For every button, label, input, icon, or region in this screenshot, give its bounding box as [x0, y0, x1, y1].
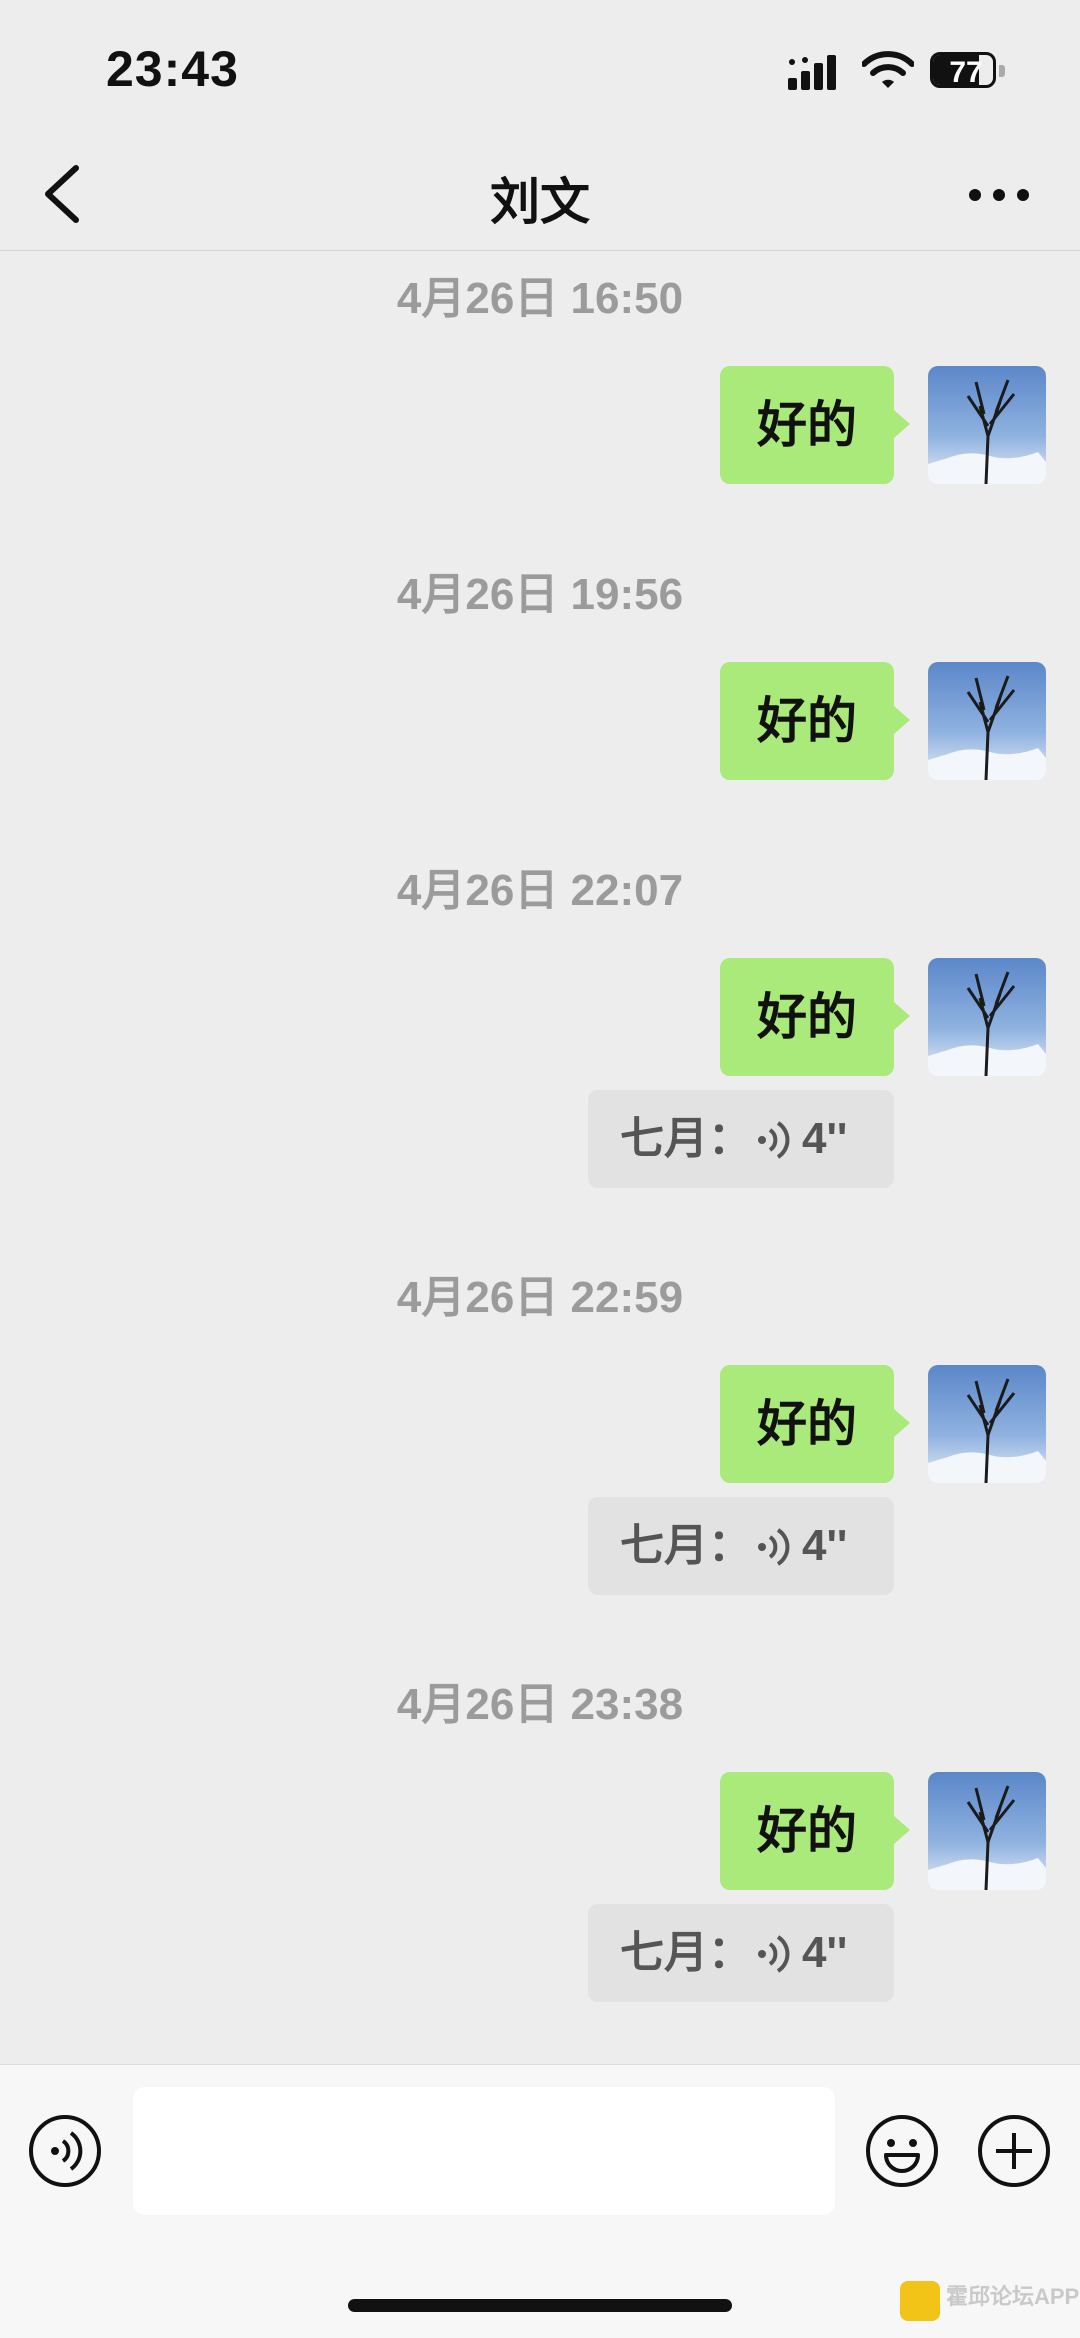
quoted-voice-message[interactable]: 七月： 4''	[588, 1090, 894, 1188]
status-bar: 23:43 77	[0, 0, 1080, 140]
quote-sender: 七月：	[620, 1928, 752, 1977]
voice-input-icon[interactable]	[27, 2113, 103, 2189]
message-timestamp: 4月26日 16:50	[396, 274, 684, 323]
watermark-text: 霍邱论坛APP	[946, 2284, 1080, 2309]
quoted-voice-message[interactable]: 七月： 4''	[588, 1497, 894, 1595]
voice-wave-icon	[758, 1935, 790, 1973]
watermark: 霍邱论坛APP	[900, 2277, 1080, 2327]
voice-duration: 4''	[802, 1521, 848, 1570]
message-bubble[interactable]: 好的	[720, 958, 910, 1076]
message-timestamp: 4月26日 19:56	[396, 570, 684, 619]
quote-sender: 七月：	[620, 1114, 752, 1163]
more-options-icon[interactable]	[964, 170, 1034, 220]
message-timestamp: 4月26日 23:38	[396, 1680, 684, 1729]
status-time: 23:43	[106, 41, 239, 97]
add-more-icon[interactable]	[976, 2113, 1052, 2189]
avatar[interactable]	[928, 1365, 1046, 1483]
avatar[interactable]	[928, 1772, 1046, 1890]
battery-icon: 77	[930, 50, 1006, 90]
message-input[interactable]	[133, 2087, 835, 2215]
voice-wave-icon	[758, 1121, 790, 1159]
message-bubble[interactable]: 好的	[720, 1772, 910, 1890]
message-bubble[interactable]: 好的	[720, 662, 910, 780]
wifi-icon	[862, 51, 914, 88]
cellular-signal-icon	[788, 55, 836, 90]
home-indicator[interactable]	[348, 2299, 732, 2312]
message-bubble[interactable]: 好的	[720, 1365, 910, 1483]
message-timestamp: 4月26日 22:59	[396, 1273, 684, 1322]
nav-bar: 刘文	[0, 140, 1080, 251]
voice-duration: 4''	[802, 1928, 848, 1977]
avatar[interactable]	[928, 662, 1046, 780]
emoji-icon[interactable]	[864, 2113, 940, 2189]
quoted-voice-message[interactable]: 七月： 4''	[588, 1904, 894, 2002]
input-bar: 霍邱论坛APP	[0, 2064, 1080, 2338]
watermark-logo	[900, 2281, 940, 2321]
page-title: 刘文	[490, 174, 590, 230]
battery-level: 77	[949, 56, 983, 88]
quote-sender: 七月：	[620, 1521, 752, 1570]
voice-duration: 4''	[802, 1114, 848, 1163]
message-timestamp: 4月26日 22:07	[396, 866, 684, 915]
avatar[interactable]	[928, 366, 1046, 484]
message-bubble[interactable]: 好的	[720, 366, 910, 484]
voice-wave-icon	[758, 1528, 790, 1566]
avatar[interactable]	[928, 958, 1046, 1076]
